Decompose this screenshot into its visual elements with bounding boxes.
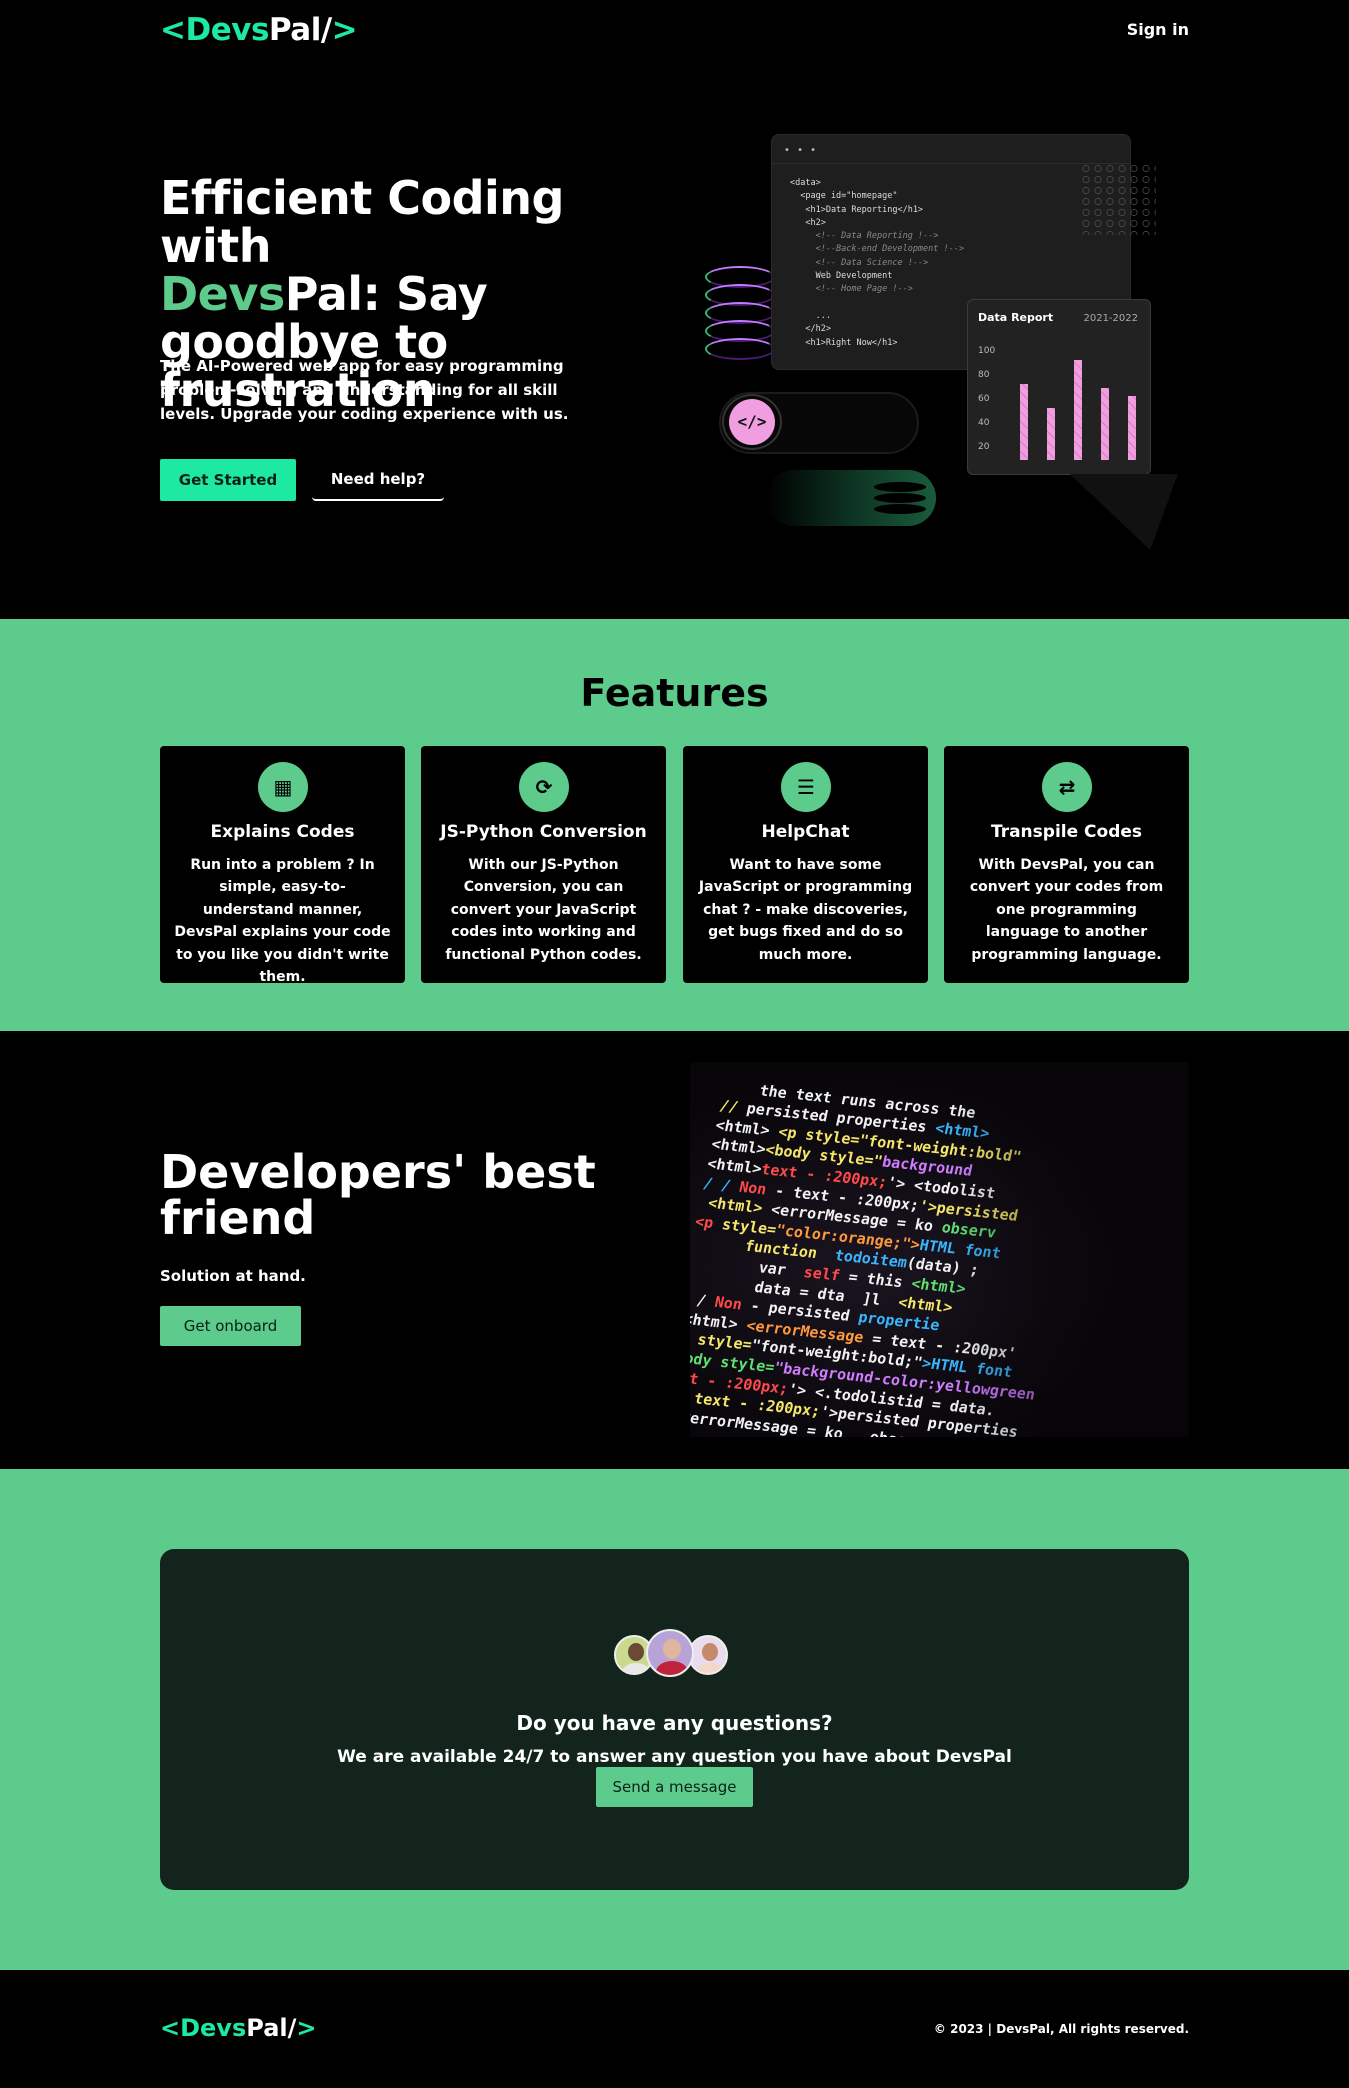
code-line: <page id="homepage" xyxy=(790,191,898,202)
code-line: <h2> xyxy=(790,217,826,228)
feature-title: Transpile Codes xyxy=(990,822,1143,842)
report-title: Data Report xyxy=(978,311,1054,324)
hero-title-green: Devs xyxy=(160,267,285,321)
logo-pal: Pal/ xyxy=(246,2014,297,2042)
questions-title: Do you have any questions? xyxy=(516,1711,833,1735)
site-header: <DevsPal/> Sign in xyxy=(0,0,1349,64)
logo-open-bracket: < xyxy=(160,2014,181,2042)
report-y-tick: 100 xyxy=(978,346,996,356)
chip-icon: ▦ xyxy=(258,762,308,812)
developers-title: Developers' best friend xyxy=(160,1145,596,1245)
feature-description: With our JS-Python Conversion, you can c… xyxy=(445,857,642,963)
report-y-tick: 40 xyxy=(978,418,990,428)
logo-close-bracket: > xyxy=(296,2014,317,2042)
report-bar xyxy=(1020,384,1028,460)
site-footer: <DevsPal/> © 2023 | DevsPal, All rights … xyxy=(0,1970,1349,2088)
feature-title: HelpChat xyxy=(761,822,850,842)
code-line: <h1>Right Now</h1> xyxy=(790,337,898,348)
feature-description: With DevsPal, you can convert your codes… xyxy=(969,857,1164,963)
report-bar xyxy=(1101,387,1109,460)
need-help-button[interactable]: Need help? xyxy=(312,459,444,501)
avatar xyxy=(646,1629,694,1677)
code-line: <!--Back-end Development !--> xyxy=(790,244,964,255)
feature-card-transpile: ⇄ Transpile Codes With DevsPal, you can … xyxy=(944,746,1189,983)
code-line: Web Development xyxy=(790,271,893,282)
feature-description: Run into a problem ? In simple, easy-to-… xyxy=(174,857,391,986)
hero-subtitle: The AI-Powered web app for easy programm… xyxy=(160,357,569,423)
code-snippet: <data> <page id="homepage" <h1>Data Repo… xyxy=(790,177,964,350)
green-pill-decoration xyxy=(766,470,936,526)
report-bar xyxy=(1074,360,1082,460)
features-title: Features xyxy=(580,671,769,715)
report-year: 2021-2022 xyxy=(1083,313,1138,324)
brand-logo[interactable]: <DevsPal/> xyxy=(160,12,358,48)
questions-subtitle: We are available 24/7 to answer any ques… xyxy=(337,1747,1012,1767)
feature-title: Explains Codes xyxy=(210,822,355,842)
report-y-tick: 60 xyxy=(978,394,990,404)
decorative-rings xyxy=(705,266,775,366)
dot-grid-decoration xyxy=(1080,163,1156,235)
logo-close-bracket: > xyxy=(331,12,358,48)
sign-in-link[interactable]: Sign in xyxy=(1127,20,1189,39)
code-icon: </> xyxy=(729,399,775,445)
code-line: <!-- Home Page !--> xyxy=(790,284,913,295)
avatar xyxy=(688,1635,728,1675)
feature-description: Want to have some JavaScript or programm… xyxy=(698,857,913,963)
code-screen-image: the text runs across the // persisted pr… xyxy=(690,1062,1189,1437)
data-report-card: Data Report 2021-2022 100 80 60 40 20 xyxy=(967,299,1151,475)
features-section: Features ▦ Explains Codes Run into a pro… xyxy=(0,619,1349,1031)
feature-card-explains-codes: ▦ Explains Codes Run into a problem ? In… xyxy=(160,746,405,985)
code-line: <h1>Data Reporting</h1> xyxy=(790,204,924,215)
code-line: <!-- Data Science !--> xyxy=(790,257,929,268)
get-started-button[interactable]: Get Started xyxy=(160,459,296,501)
get-onboard-button[interactable]: Get onboard xyxy=(160,1306,301,1346)
report-y-tick: 20 xyxy=(978,442,990,452)
logo-pal: Pal/ xyxy=(268,12,332,48)
report-y-tick: 80 xyxy=(978,370,990,380)
footer-logo[interactable]: <DevsPal/> xyxy=(160,2014,317,2042)
send-message-button[interactable]: Send a message xyxy=(596,1767,753,1807)
questions-section: Do you have any questions? We are availa… xyxy=(0,1469,1349,1970)
swap-icon: ⇄ xyxy=(1042,762,1092,812)
logo-devs: Devs xyxy=(185,12,269,48)
developers-subtitle: Solution at hand. xyxy=(160,1267,306,1285)
convert-icon: ⟳ xyxy=(519,762,569,812)
window-dots-icon: • • • xyxy=(784,145,819,156)
code-line: ... xyxy=(790,310,831,321)
report-bar xyxy=(1128,396,1136,460)
code-line: </h2> xyxy=(790,324,831,335)
code-line: <!-- Data Reporting !--> xyxy=(790,231,939,242)
logo-open-bracket: < xyxy=(160,12,186,48)
triangle-decoration xyxy=(1042,474,1178,550)
hero-title-line1: Efficient Coding with xyxy=(160,171,564,273)
questions-card: Do you have any questions? We are availa… xyxy=(160,1549,1189,1890)
feature-card-js-python: ⟳ JS-Python Conversion With our JS-Pytho… xyxy=(421,746,666,983)
feature-title: JS-Python Conversion xyxy=(440,822,647,842)
report-bar xyxy=(1047,408,1055,460)
code-line: <data> xyxy=(790,178,821,188)
logo-devs: Devs xyxy=(180,2014,247,2042)
copyright-text: © 2023 | DevsPal, All rights reserved. xyxy=(933,2022,1189,2036)
feature-card-helpchat: ☰ HelpChat Want to have some JavaScript … xyxy=(683,746,928,983)
chat-icon: ☰ xyxy=(781,762,831,812)
